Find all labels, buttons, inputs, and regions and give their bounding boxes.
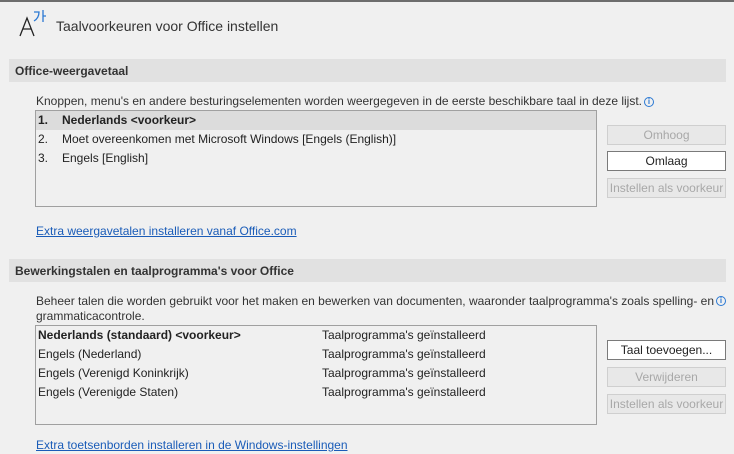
item-label: Engels [English]	[62, 151, 149, 165]
language-name: Engels (Nederland)	[38, 347, 142, 361]
list-item[interactable]: 2. Moet overeenkomen met Microsoft Window…	[36, 130, 596, 149]
proofing-status: Taalprogramma's geïnstalleerd	[322, 347, 486, 361]
editing-description: Beheer talen die worden gebruikt voor he…	[36, 294, 726, 324]
language-name: Nederlands (standaard) <voorkeur>	[38, 328, 241, 342]
language-name: Engels (Verenigde Staten)	[38, 385, 179, 399]
move-down-button[interactable]: Omlaag	[607, 151, 726, 171]
language-icon	[19, 10, 46, 37]
item-label: Moet overeenkomen met Microsoft Windows …	[62, 132, 397, 146]
move-up-button[interactable]: Omhoog	[607, 125, 726, 145]
page-title: Taalvoorkeuren voor Office instellen	[56, 18, 279, 34]
info-icon[interactable]: i	[644, 97, 655, 107]
display-language-list[interactable]: 1. Nederlands <voorkeur> 2. Moet overeenko…	[35, 110, 597, 207]
editing-language-heading: Bewerkingstalen en taalprogramma's voor …	[9, 259, 726, 282]
editing-language-list[interactable]: Nederlands (standaard) <voorkeur> Taalpro…	[35, 325, 597, 425]
remove-language-button[interactable]: Verwijderen	[607, 367, 726, 387]
item-number: 3.	[38, 151, 49, 165]
item-number: 2.	[38, 132, 49, 146]
install-keyboards-link[interactable]: Extra toetsenborden installeren in de Wi…	[36, 438, 348, 452]
info-icon[interactable]: i	[716, 296, 726, 306]
add-language-button[interactable]: Taal toevoegen...	[607, 340, 726, 360]
list-item[interactable]: 1. Nederlands <voorkeur>	[36, 111, 596, 130]
display-language-heading: Office-weergavetaal	[9, 59, 726, 82]
install-display-languages-link[interactable]: Extra weergavetalen installeren vanaf Of…	[36, 224, 297, 238]
set-preferred-display-button[interactable]: Instellen als voorkeur	[607, 178, 726, 198]
proofing-status: Taalprogramma's geïnstalleerd	[322, 328, 486, 342]
list-item[interactable]: Engels (Nederland) Taalprogramma's geïnst…	[36, 345, 596, 364]
item-label: Nederlands <voorkeur>	[62, 113, 197, 127]
language-name: Engels (Verenigd Koninkrijk)	[38, 366, 189, 380]
display-description: Knoppen, menu's en andere besturingselem…	[36, 94, 655, 108]
display-description-text: Knoppen, menu's en andere besturingselem…	[36, 94, 643, 108]
set-preferred-editing-button[interactable]: Instellen als voorkeur	[607, 394, 726, 414]
item-number: 1.	[38, 113, 49, 127]
editing-description-text: Beheer talen die worden gebruikt voor he…	[36, 294, 715, 323]
list-item[interactable]: Engels (Verenigd Koninkrijk) Taalprogramm…	[36, 364, 596, 383]
list-item[interactable]: Nederlands (standaard) <voorkeur> Taalpro…	[36, 326, 596, 345]
proofing-status: Taalprogramma's geïnstalleerd	[322, 385, 486, 399]
proofing-status: Taalprogramma's geïnstalleerd	[322, 366, 486, 380]
list-item[interactable]: 3. Engels [English]	[36, 149, 596, 168]
list-item[interactable]: Engels (Verenigde Staten) Taalprogramma's…	[36, 383, 596, 402]
